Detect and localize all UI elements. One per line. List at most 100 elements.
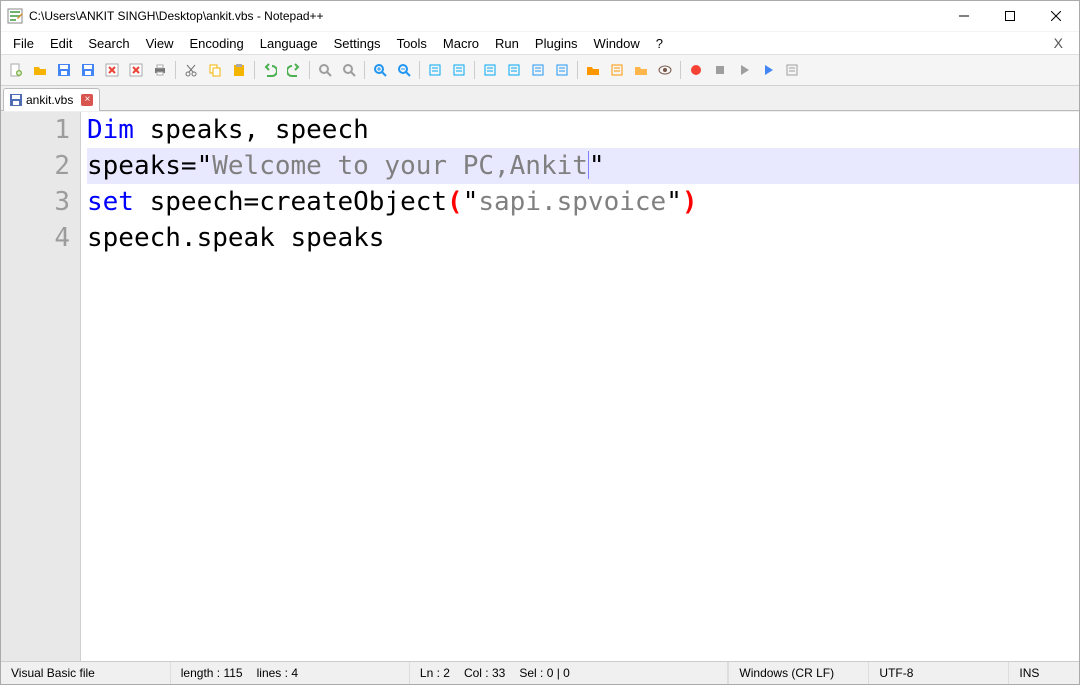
menu-run[interactable]: Run — [487, 34, 527, 53]
save-button[interactable] — [53, 59, 75, 81]
outdent-icon — [555, 63, 569, 77]
sync-v-icon — [428, 63, 442, 77]
sync-v-button[interactable] — [424, 59, 446, 81]
window-title: C:\Users\ANKIT SINGH\Desktop\ankit.vbs -… — [29, 9, 324, 23]
menu-window[interactable]: Window — [586, 34, 648, 53]
cut-button[interactable] — [180, 59, 202, 81]
find-button[interactable] — [314, 59, 336, 81]
status-eol: Windows (CR LF) — [729, 662, 869, 684]
menu-plugins[interactable]: Plugins — [527, 34, 586, 53]
app-icon — [7, 8, 23, 24]
toolbar — [1, 54, 1079, 86]
undo-button[interactable] — [259, 59, 281, 81]
replace-icon — [342, 63, 356, 77]
toolbar-separator — [364, 61, 365, 79]
line-number: 2 — [1, 148, 70, 184]
undo-icon — [263, 63, 277, 77]
toolbar-separator — [419, 61, 420, 79]
zoom-out-button[interactable] — [393, 59, 415, 81]
menu-encoding[interactable]: Encoding — [182, 34, 252, 53]
print-button[interactable] — [149, 59, 171, 81]
toolbar-separator — [577, 61, 578, 79]
minimize-button[interactable] — [941, 1, 987, 31]
play-multi-button[interactable] — [757, 59, 779, 81]
open-button[interactable] — [29, 59, 51, 81]
toolbar-separator — [680, 61, 681, 79]
folder-open-button[interactable] — [630, 59, 652, 81]
maximize-button[interactable] — [987, 1, 1033, 31]
close-all-button[interactable] — [125, 59, 147, 81]
code-line[interactable]: set speech=createObject("sapi.spvoice") — [87, 184, 1079, 220]
tabbar: ankit.vbs × — [1, 86, 1079, 111]
wrap-button[interactable] — [479, 59, 501, 81]
close-button[interactable] — [1033, 1, 1079, 31]
toolbar-separator — [474, 61, 475, 79]
all-chars-button[interactable] — [503, 59, 525, 81]
menu-tools[interactable]: Tools — [389, 34, 435, 53]
sync-h-button[interactable] — [448, 59, 470, 81]
status-lines: lines : 4 — [257, 666, 298, 680]
close-button[interactable] — [101, 59, 123, 81]
eye-button[interactable] — [654, 59, 676, 81]
menu-file[interactable]: File — [5, 34, 42, 53]
stop-button[interactable] — [709, 59, 731, 81]
status-ln: Ln : 2 — [420, 666, 450, 680]
replace-button[interactable] — [338, 59, 360, 81]
paste-button[interactable] — [228, 59, 250, 81]
indent-button[interactable] — [527, 59, 549, 81]
zoom-in-button[interactable] — [369, 59, 391, 81]
find-icon — [318, 63, 332, 77]
status-encoding: UTF-8 — [869, 662, 1009, 684]
record-icon — [689, 63, 703, 77]
menu-edit[interactable]: Edit — [42, 34, 80, 53]
paste-icon — [232, 63, 246, 77]
code-line[interactable]: speaks="Welcome to your PC,Ankit" — [87, 148, 1079, 184]
menu-view[interactable]: View — [138, 34, 182, 53]
line-number-gutter: 1 2 3 4 — [1, 112, 81, 661]
secondary-close-button[interactable]: X — [1042, 35, 1075, 51]
play-button[interactable] — [733, 59, 755, 81]
menu-macro[interactable]: Macro — [435, 34, 487, 53]
line-number: 4 — [1, 220, 70, 256]
menu-[interactable]: ? — [648, 34, 671, 53]
save-icon — [57, 63, 71, 77]
editor[interactable]: 1 2 3 4 Dim speaks, speech speaks="Welco… — [1, 111, 1079, 661]
save-all-button[interactable] — [77, 59, 99, 81]
menu-settings[interactable]: Settings — [326, 34, 389, 53]
zoom-out-icon — [397, 63, 411, 77]
code-area[interactable]: Dim speaks, speech speaks="Welcome to yo… — [81, 112, 1079, 661]
line-number: 3 — [1, 184, 70, 220]
new-icon — [9, 63, 23, 77]
toolbar-separator — [175, 61, 176, 79]
open-icon — [33, 63, 47, 77]
new-button[interactable] — [5, 59, 27, 81]
record-button[interactable] — [685, 59, 707, 81]
code-line[interactable]: speech.speak speaks — [87, 220, 1079, 256]
menu-search[interactable]: Search — [80, 34, 137, 53]
tab-close-icon[interactable]: × — [81, 94, 93, 106]
menubar: FileEditSearchViewEncodingLanguageSettin… — [1, 31, 1079, 54]
macro-save-icon — [785, 63, 799, 77]
cut-icon — [184, 63, 198, 77]
statusbar: Visual Basic file length : 115 lines : 4… — [1, 661, 1079, 684]
toolbar-separator — [309, 61, 310, 79]
code-line[interactable]: Dim speaks, speech — [87, 112, 1079, 148]
status-length: length : 115 — [181, 666, 243, 680]
macro-save-button[interactable] — [781, 59, 803, 81]
menu-language[interactable]: Language — [252, 34, 326, 53]
indent-icon — [531, 63, 545, 77]
stop-icon — [713, 63, 727, 77]
copy-button[interactable] — [204, 59, 226, 81]
file-tab[interactable]: ankit.vbs × — [3, 88, 100, 111]
tab-filename: ankit.vbs — [26, 93, 73, 107]
text-caret — [588, 151, 589, 179]
play-icon — [737, 63, 751, 77]
redo-button[interactable] — [283, 59, 305, 81]
outdent-button[interactable] — [551, 59, 573, 81]
toolbar-separator — [254, 61, 255, 79]
folder-button[interactable] — [582, 59, 604, 81]
save-icon — [10, 94, 22, 106]
doc-button[interactable] — [606, 59, 628, 81]
status-sel: Sel : 0 | 0 — [519, 666, 570, 680]
status-ins: INS — [1009, 662, 1079, 684]
